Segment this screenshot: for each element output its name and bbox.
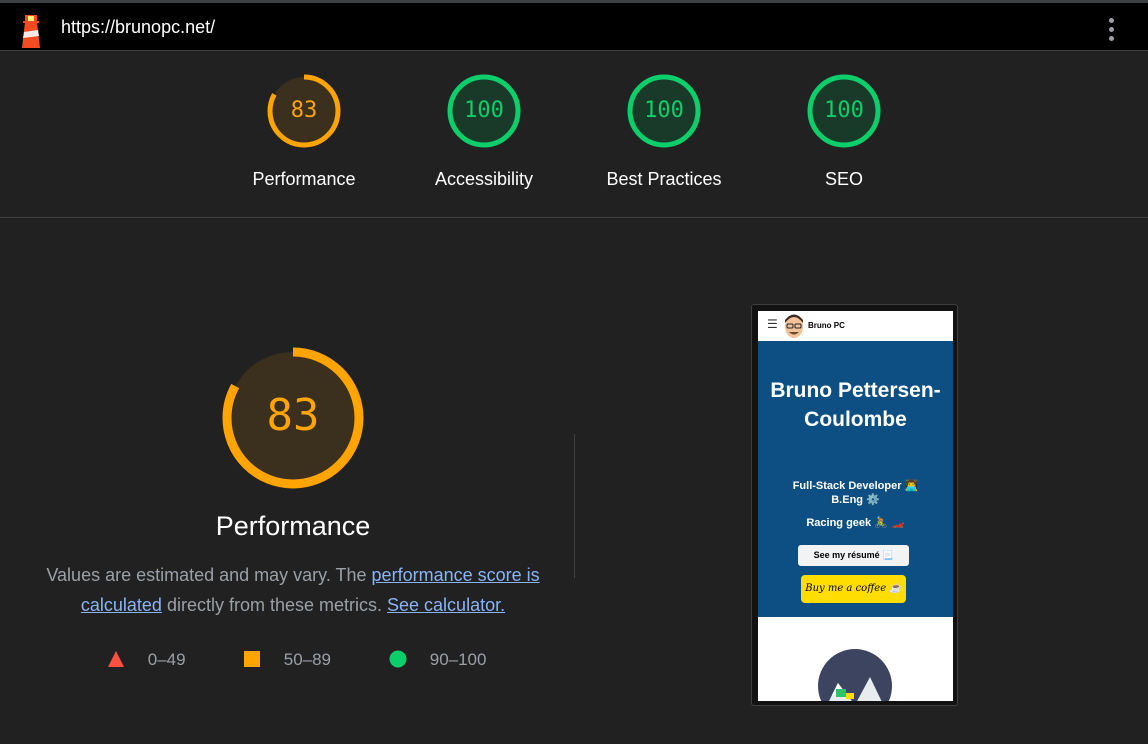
- circle-icon: [389, 650, 407, 668]
- hero-subtitle: Full-Stack Developer 👨‍💻 B.Eng ⚙️: [758, 479, 953, 507]
- gauge-accessibility[interactable]: 100 Accessibility: [394, 73, 574, 190]
- resume-button: See my résumé 📃: [798, 545, 909, 566]
- see-calculator-link[interactable]: See calculator.: [387, 595, 505, 615]
- hero-line: Racing geek 🚴 🏎️: [806, 517, 905, 529]
- report-topbar: https://brunopc.net/: [0, 0, 1148, 51]
- kebab-menu-icon[interactable]: [1102, 15, 1120, 45]
- site-illustration: [818, 649, 892, 701]
- final-screenshot[interactable]: ☰ Bruno PC Bruno Pettersen-Coulombe Full…: [751, 304, 958, 706]
- site-nav: ☰ Bruno PC: [758, 311, 953, 341]
- gauge-performance[interactable]: 83 Performance: [214, 73, 394, 190]
- gauge-best-practices[interactable]: 100 Best Practices: [574, 73, 754, 190]
- gauge-score: 100: [644, 98, 684, 123]
- desc-text: Values are estimated and may vary. The: [46, 565, 372, 585]
- coffee-button: Buy me a coffee ☕: [801, 575, 906, 603]
- hero-line: B.Eng ⚙️: [831, 494, 880, 506]
- report-url[interactable]: https://brunopc.net/: [61, 17, 215, 38]
- performance-score: 83: [266, 390, 320, 441]
- screenshot-viewport: ☰ Bruno PC Bruno Pettersen-Coulombe Full…: [758, 311, 953, 701]
- hamburger-icon: ☰: [767, 317, 778, 331]
- gauge-score: 100: [824, 98, 864, 123]
- desc-text: directly from these metrics.: [161, 595, 388, 615]
- hero-title: Bruno Pettersen-Coulombe: [770, 379, 941, 431]
- performance-description: Values are estimated and may vary. The p…: [40, 560, 546, 620]
- site-hero: Bruno Pettersen-Coulombe Full-Stack Deve…: [758, 341, 953, 617]
- score-gauges: 83 Performance 100 Accessibility 100 Bes…: [0, 51, 1148, 218]
- gauge-label: Accessibility: [434, 169, 534, 189]
- legend-range: 0–49: [147, 650, 186, 669]
- legend-item-average: 50–89: [243, 650, 331, 670]
- avatar: [785, 314, 803, 338]
- legend-item-fail: 0–49: [107, 650, 186, 670]
- triangle-icon: [108, 651, 124, 667]
- gauge-label: Performance: [252, 169, 356, 189]
- legend-range: 90–100: [429, 650, 487, 669]
- square-icon: [244, 651, 260, 667]
- legend-item-pass: 90–100: [389, 650, 486, 670]
- hero-line: Full-Stack Developer 👨‍💻: [792, 480, 919, 492]
- gauge-seo[interactable]: 100 SEO: [754, 73, 934, 190]
- gauge-label: SEO: [824, 169, 863, 189]
- legend-range: 50–89: [283, 650, 332, 669]
- divider: [574, 434, 575, 578]
- gauge-label: Best Practices: [606, 169, 722, 189]
- site-name: Bruno PC: [808, 321, 845, 330]
- mountain-illustration: [829, 677, 882, 701]
- performance-title: Performance: [215, 511, 371, 541]
- gauge-score: 83: [290, 98, 318, 123]
- gauge-score: 100: [464, 98, 504, 123]
- lighthouse-icon: [22, 15, 40, 48]
